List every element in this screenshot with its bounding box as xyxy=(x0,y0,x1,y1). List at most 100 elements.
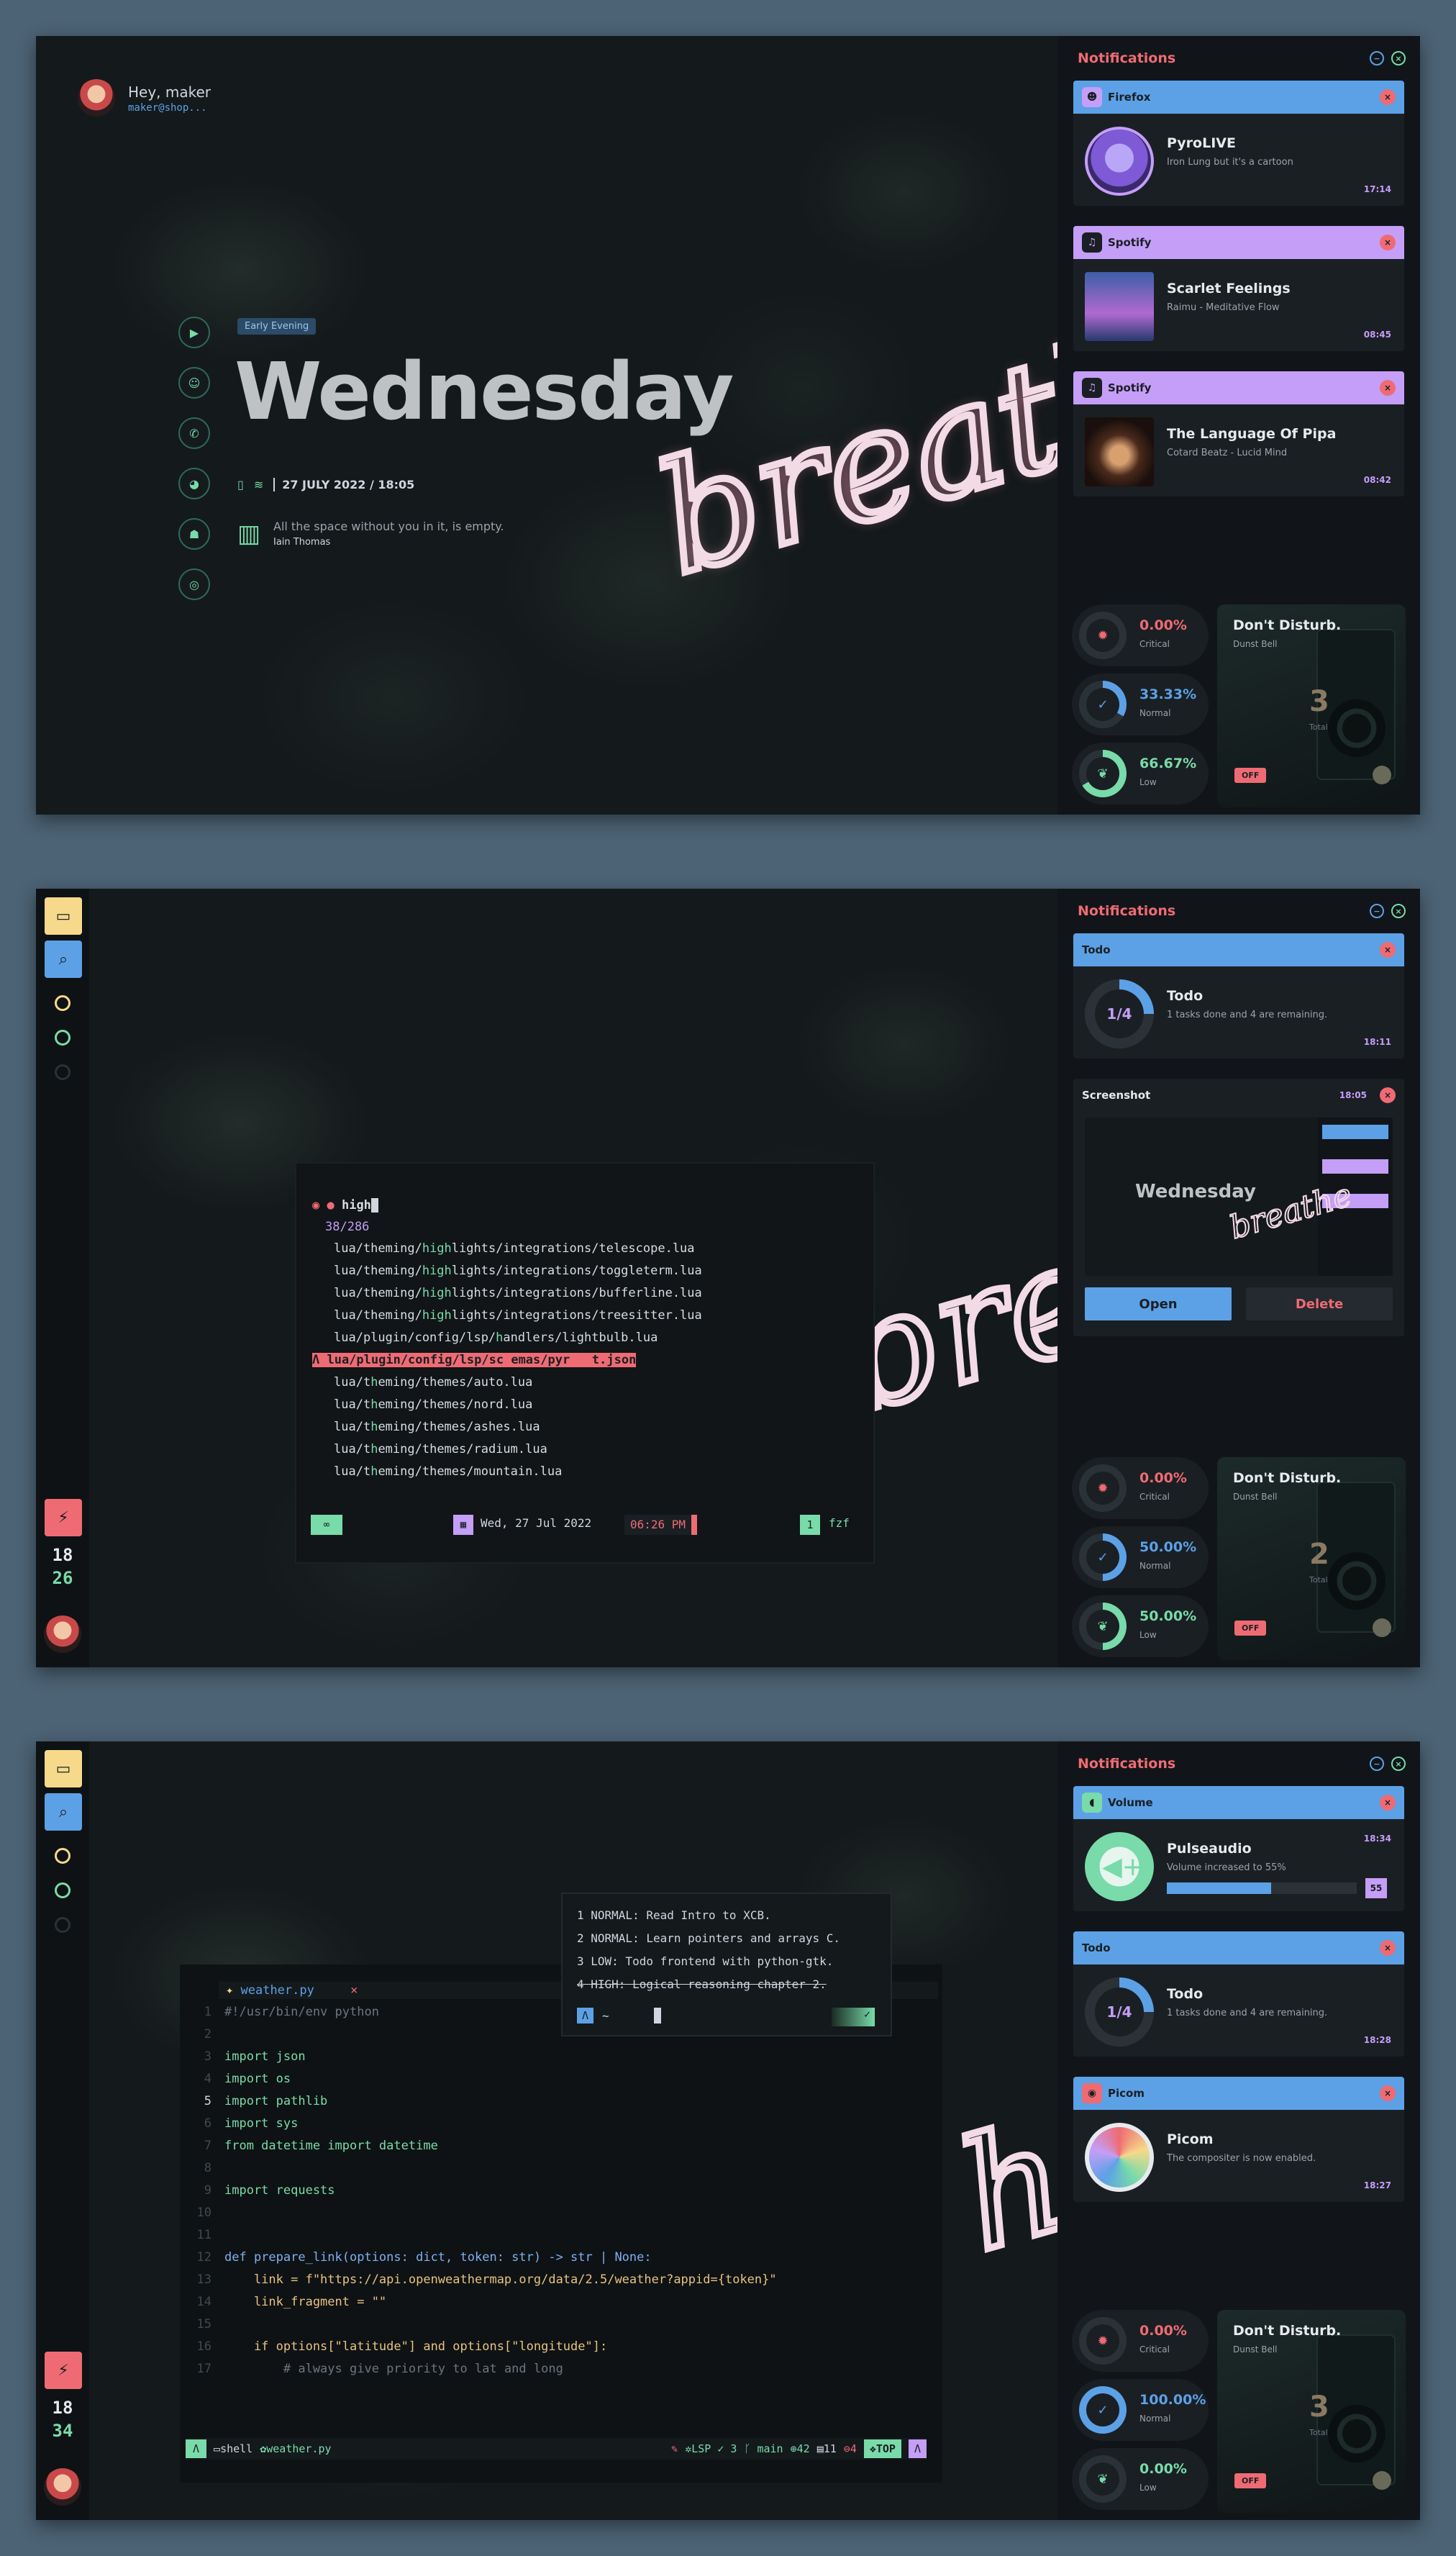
result-item[interactable]: lua/theming/themes/nord.lua xyxy=(334,1397,532,1412)
result-item[interactable]: lua/theming/themes/ashes.lua xyxy=(334,1420,540,1434)
stat-label: Normal xyxy=(1139,2414,1171,2424)
close-icon[interactable]: × xyxy=(1380,942,1396,958)
leaf-icon: ❦ xyxy=(1086,1610,1119,1643)
result-item[interactable]: lua/theming/highlights/integrations/buff… xyxy=(334,1286,702,1300)
avatar[interactable] xyxy=(44,1615,81,1653)
result-item[interactable]: lua/theming/themes/mountain.lua xyxy=(334,1464,562,1479)
github-icon[interactable]: ☗ xyxy=(178,518,210,550)
todo-item[interactable]: 1 NORMAL: Read Intro to XCB. xyxy=(577,1908,771,1922)
close-icon[interactable]: × xyxy=(1380,89,1396,105)
dnd-toggle-button[interactable]: OFF xyxy=(1234,1621,1267,1636)
minimize-icon[interactable]: − xyxy=(1370,51,1384,65)
stat-percent: 50.00% xyxy=(1139,1539,1197,1555)
shell-label: ▭shell xyxy=(214,2442,253,2455)
notification-card[interactable]: Todo × 1/4 Todo 1 tasks done and 4 are re… xyxy=(1073,933,1404,1059)
dnd-toggle-button[interactable]: OFF xyxy=(1234,2473,1267,2488)
discord-icon[interactable]: ☺ xyxy=(178,367,210,399)
whatsapp-icon[interactable]: ✆ xyxy=(178,417,210,449)
close-icon[interactable]: × xyxy=(1380,235,1396,250)
dnd-subtitle: Dunst Bell xyxy=(1233,2344,1278,2355)
open-button[interactable]: Open xyxy=(1085,1287,1232,1320)
search-icon[interactable]: ⌕ xyxy=(45,1793,82,1831)
workspace-3[interactable] xyxy=(55,1917,70,1933)
code-line: 6 import sys xyxy=(204,2116,299,2131)
check-icon: ✓ xyxy=(1086,2393,1119,2426)
panel-title: Notifications xyxy=(1078,1756,1176,1772)
delete-button[interactable]: Delete xyxy=(1246,1287,1393,1320)
workspace-2[interactable] xyxy=(55,1030,70,1046)
notification-card[interactable]: ☻ Firefox × PyroLIVE Iron Lung but it's a … xyxy=(1073,81,1404,206)
lsp-status: ✲LSP ✓ 3 xyxy=(685,2442,737,2455)
power-icon[interactable]: ⚡ xyxy=(45,1499,82,1536)
bell-icon[interactable] xyxy=(1373,1618,1391,1637)
day-heading: Wednesday xyxy=(235,345,734,438)
selected-result[interactable]: Λ lua/plugin/config/lsp/sc emas/pyr t.js… xyxy=(312,1353,637,1367)
low-stat: ❦ 50.00% Low xyxy=(1072,1595,1209,1657)
result-item[interactable]: lua/theming/highlights/integrations/tele… xyxy=(334,1241,695,1256)
todo-item[interactable]: 3 LOW: Todo frontend with python-gtk. xyxy=(577,1954,833,1968)
normal-stat: ✓ 50.00% Normal xyxy=(1072,1526,1209,1588)
avatar[interactable] xyxy=(78,79,115,117)
power-icon[interactable]: ⚡ xyxy=(45,2352,82,2389)
notification-app: Volume xyxy=(1108,1796,1153,1809)
notification-card[interactable]: ◉ Picom × Picom The compositer is now enab… xyxy=(1073,2077,1404,2202)
notification-app: Spotify xyxy=(1108,381,1152,394)
stat-label: Normal xyxy=(1139,1561,1171,1571)
code-line: 2 xyxy=(204,2027,211,2041)
folder-icon[interactable]: ▭ xyxy=(45,1750,82,1787)
normal-stat: ✓ 33.33% Normal xyxy=(1072,674,1209,735)
search-query[interactable]: high xyxy=(342,1198,371,1213)
bell-icon[interactable] xyxy=(1373,766,1391,784)
code-editor[interactable]: ✦ weather.py × 1 #!/usr/bin/env python 2 3 i… xyxy=(180,1964,942,2483)
git-added: ⊕42 xyxy=(790,2442,810,2455)
result-item[interactable]: lua/theming/themes/auto.lua xyxy=(334,1375,532,1390)
result-item[interactable]: lua/plugin/config/lsp/handlers/lightbulb… xyxy=(334,1331,658,1345)
stat-percent: 0.00% xyxy=(1139,2323,1187,2339)
result-item[interactable]: lua/theming/highlights/integrations/tree… xyxy=(334,1308,702,1323)
reddit-icon[interactable]: ◕ xyxy=(178,468,210,499)
stat-percent: 0.00% xyxy=(1139,2461,1187,2477)
minimize-icon[interactable]: − xyxy=(1370,1757,1384,1771)
leaf-icon: ❦ xyxy=(1086,757,1119,790)
dnd-toggle-button[interactable]: OFF xyxy=(1234,768,1267,783)
statusline: Λ ▭shell ✿weather.py ✎ ✲LSP ✓ 3 ᚴ main ⊕… xyxy=(186,2438,927,2460)
close-icon[interactable]: × xyxy=(1380,380,1396,396)
close-icon[interactable]: × xyxy=(1380,1940,1396,1956)
folder-icon[interactable]: ▭ xyxy=(45,897,82,935)
clear-all-icon[interactable]: × xyxy=(1391,51,1406,65)
result-item[interactable]: lua/theming/highlights/integrations/togg… xyxy=(334,1264,702,1278)
gamepad-icon[interactable]: ◎ xyxy=(178,568,210,600)
clear-all-icon[interactable]: × xyxy=(1391,1757,1406,1771)
result-item[interactable]: lua/theming/themes/radium.lua xyxy=(334,1442,547,1456)
critical-stat: ✹ 0.00% Critical xyxy=(1072,1457,1209,1519)
dnd-subtitle: Dunst Bell xyxy=(1233,1492,1278,1502)
notification-title: Todo xyxy=(1167,1986,1204,2002)
youtube-icon[interactable]: ▶ xyxy=(178,317,210,348)
greeting: Hey, maker xyxy=(128,83,211,101)
workspace-1[interactable] xyxy=(55,1848,70,1864)
notification-card[interactable]: Todo × 1/4 Todo 1 tasks done and 4 are re… xyxy=(1073,1931,1404,2057)
picom-logo xyxy=(1085,2123,1154,2192)
minimize-icon[interactable]: − xyxy=(1370,904,1384,918)
workspace-1[interactable] xyxy=(55,995,70,1011)
close-icon[interactable]: × xyxy=(1380,1087,1396,1103)
search-icon[interactable]: ⌕ xyxy=(45,941,82,978)
screenshot-notification[interactable]: Screenshot 18:05 × Wednesday breathe Open … xyxy=(1073,1079,1404,1336)
todo-prompt[interactable]: Λ ~ xyxy=(577,2008,661,2024)
close-icon[interactable]: × xyxy=(1380,1795,1396,1810)
wifi-icon: ≋ xyxy=(253,478,264,491)
clear-all-icon[interactable]: × xyxy=(1391,904,1406,918)
workspace-3[interactable] xyxy=(55,1064,70,1080)
workspace-2[interactable] xyxy=(55,1882,70,1898)
todo-item[interactable]: 4 HIGH: Logical reasoning chapter 2. xyxy=(577,1977,827,1991)
close-tab-icon[interactable]: × xyxy=(350,1983,358,1998)
notification-card[interactable]: ♫ Spotify × Scarlet Feelings Raimu - Medit… xyxy=(1073,226,1404,351)
notification-card[interactable]: ◖ Volume × ◀+ Pulseaudio Volume increased … xyxy=(1073,1786,1404,1911)
git-removed: ⊖4 xyxy=(843,2442,857,2455)
volume-icon: ◖ xyxy=(1082,1793,1102,1813)
avatar[interactable] xyxy=(44,2468,81,2506)
notification-card[interactable]: ♫ Spotify × The Language Of Pipa Cotard Be… xyxy=(1073,371,1404,497)
bell-icon[interactable] xyxy=(1373,2471,1391,2490)
todo-item[interactable]: 2 NORMAL: Learn pointers and arrays C. xyxy=(577,1931,840,1945)
close-icon[interactable]: × xyxy=(1380,2085,1396,2101)
